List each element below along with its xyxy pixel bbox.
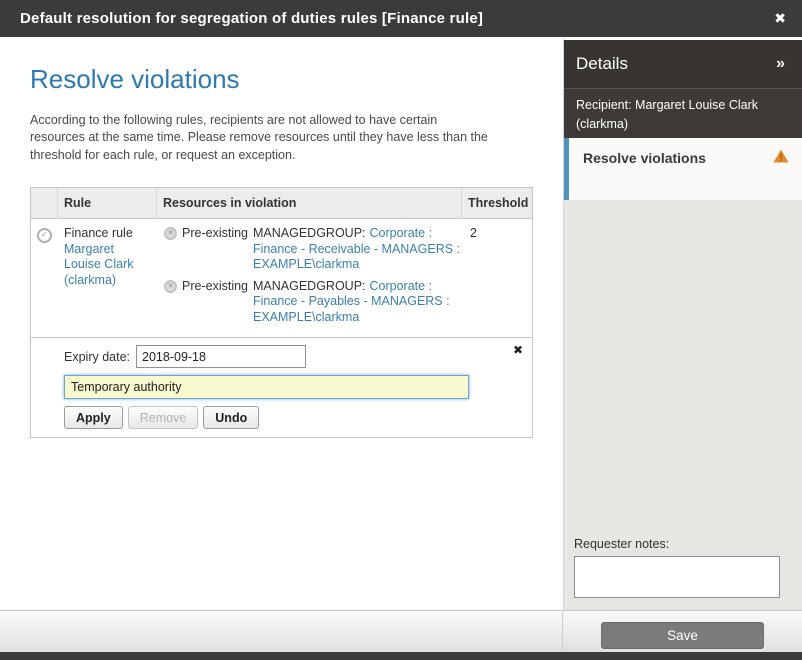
bottom-bar — [0, 652, 802, 660]
dialog-footer: Save — [0, 610, 802, 652]
resource-entry: ✕ Pre-existing MANAGEDGROUP: Corporate : … — [164, 279, 462, 326]
sidebar-item-resolve-violations[interactable]: Resolve violations — [564, 138, 802, 200]
resource-description: MANAGEDGROUP: Corporate : Finance - Recei… — [253, 226, 461, 273]
column-header-rule: Rule — [58, 188, 157, 219]
resource-status: Pre-existing — [182, 226, 248, 273]
column-header-select — [31, 188, 58, 219]
undo-button[interactable]: Undo — [203, 406, 259, 429]
resource-link[interactable]: Finance - Receivable - MANAGERS : — [253, 242, 461, 258]
dialog: Default resolution for segregation of du… — [0, 0, 802, 660]
details-header: Details » — [564, 40, 802, 88]
sidebar-item-label: Resolve violations — [583, 150, 706, 166]
threshold-value: 2 — [462, 226, 532, 331]
panel-close-icon[interactable]: ✖ — [513, 343, 523, 357]
resource-type: MANAGEDGROUP: — [253, 226, 366, 240]
resolution-panel: ✖ Expiry date: Apply Remove Undo — [31, 337, 532, 437]
table-row: ✓ Finance rule Margaret Louise Clark (cl… — [31, 219, 532, 337]
resolved-check-icon: ✓ — [37, 228, 52, 243]
description: According to the following rules, recipi… — [30, 112, 563, 165]
expiry-date-label: Expiry date: — [64, 350, 130, 364]
warning-icon — [773, 149, 789, 166]
resolution-comment-input[interactable] — [64, 375, 469, 399]
resource-entry: ✕ Pre-existing MANAGEDGROUP: Corporate : … — [164, 226, 462, 273]
resource-status: Pre-existing — [182, 279, 248, 326]
resource-link[interactable]: Finance - Payables - MANAGERS : — [253, 294, 461, 310]
resource-link[interactable]: EXAMPLE\clarkma — [253, 310, 461, 326]
requester-notes-section: Requester notes: — [574, 537, 780, 603]
resource-link[interactable]: EXAMPLE\clarkma — [253, 257, 461, 273]
recipient-info: Recipient: Margaret Louise Clark (clarkm… — [564, 88, 802, 138]
recipient-link[interactable]: Margaret Louise Clark (clarkma) — [64, 242, 153, 289]
expiry-date-input[interactable] — [136, 345, 306, 368]
column-header-threshold: Threshold — [462, 188, 531, 219]
dialog-title: Default resolution for segregation of du… — [20, 10, 483, 27]
description-line: According to the following rules, recipi… — [30, 112, 563, 130]
requester-notes-label: Requester notes: — [574, 537, 780, 551]
violations-table: Rule Resources in violation Threshold ✓ … — [30, 187, 533, 438]
footer-right: Save — [563, 611, 802, 652]
save-button[interactable]: Save — [601, 622, 764, 649]
description-line: resources at the same time. Please remov… — [30, 129, 563, 147]
dialog-titlebar: Default resolution for segregation of du… — [0, 0, 802, 37]
main-content: Resolve violations According to the foll… — [0, 37, 563, 610]
details-sidebar: Details » Recipient: Margaret Louise Cla… — [563, 37, 802, 610]
close-icon[interactable]: ✖ — [774, 11, 786, 27]
remove-resource-icon[interactable]: ✕ — [164, 280, 177, 293]
column-header-resources: Resources in violation — [157, 188, 462, 219]
resource-type: MANAGEDGROUP: — [253, 279, 366, 293]
requester-notes-textarea[interactable] — [574, 556, 780, 598]
collapse-panel-icon[interactable]: » — [776, 55, 785, 73]
resource-description: MANAGEDGROUP: Corporate : Finance - Payab… — [253, 279, 461, 326]
page-title: Resolve violations — [30, 65, 563, 95]
rule-name: Finance rule — [64, 226, 153, 242]
resource-link[interactable]: Corporate : — [370, 279, 433, 293]
resource-link[interactable]: Corporate : — [370, 226, 433, 240]
table-header-row: Rule Resources in violation Threshold — [31, 188, 532, 219]
footer-left — [0, 611, 563, 652]
remove-button[interactable]: Remove — [128, 406, 199, 429]
apply-button[interactable]: Apply — [64, 406, 123, 429]
details-title: Details — [576, 54, 628, 74]
description-line: threshold for each rule, or request an e… — [30, 147, 563, 165]
remove-resource-icon[interactable]: ✕ — [164, 227, 177, 240]
